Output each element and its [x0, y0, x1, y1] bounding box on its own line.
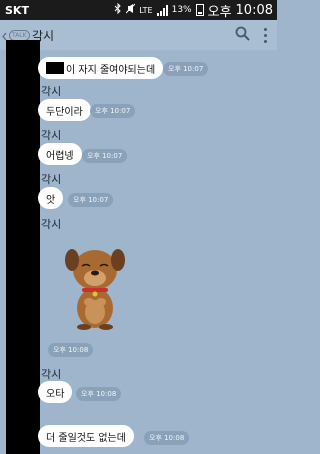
message-bubble: 어렵넹: [38, 143, 82, 165]
message-text: 더 줄일것도 없는데: [46, 432, 126, 444]
message-bubble: 오타: [38, 381, 73, 403]
sender-name: 각시: [41, 129, 62, 142]
dog-sticker[interactable]: [60, 240, 130, 334]
message-time: 오후 10:07: [90, 104, 136, 118]
sender-name: 각시: [41, 173, 62, 186]
silent-icon: [125, 3, 136, 17]
message-time: 오후 10:07: [68, 193, 114, 207]
message-time: 오후 10:08: [144, 431, 190, 445]
sender-name: 각시: [41, 218, 62, 231]
carrier-label: SKT: [5, 3, 29, 17]
message-bubble: 두단이라: [38, 99, 91, 121]
message-bubble: 이 자지 줄여야되는데: [38, 57, 164, 79]
redaction-bar: [6, 40, 40, 454]
message-bubble: 더 줄일것도 없는데: [38, 425, 134, 447]
message-time: 오후 10:08: [48, 343, 94, 357]
redacted-text: [46, 62, 64, 74]
message-text: 어렵넹: [46, 150, 74, 162]
chat-header: TALK 각시: [0, 20, 277, 50]
status-icons: LTE 13% 오후 10:08: [114, 1, 273, 20]
message-text: 두단이라: [46, 106, 83, 118]
search-icon[interactable]: [235, 26, 250, 45]
status-bar: SKT LTE 13% 오후 10:08: [0, 0, 277, 20]
dog-sticker-icon: [65, 249, 125, 330]
message-bubble: 앗: [38, 187, 64, 209]
sender-name: 각시: [41, 85, 62, 98]
message-text: 앗: [46, 194, 56, 206]
message-time: 오후 10:07: [82, 149, 128, 163]
message-text: 오타: [46, 388, 65, 400]
bluetooth-icon: [114, 2, 122, 17]
message-time: 오후 10:07: [163, 62, 209, 76]
menu-icon[interactable]: [264, 27, 267, 43]
clock-label: 10:08: [235, 2, 273, 18]
message-time: 오후 10:08: [76, 387, 122, 401]
sender-name: 각시: [41, 368, 62, 381]
signal-icon: [156, 4, 168, 16]
ampm-label: 오후: [207, 4, 232, 20]
network-label: LTE: [139, 5, 153, 15]
battery-icon: [195, 4, 204, 16]
talk-badge: TALK: [9, 29, 30, 41]
battery-percent: 13%: [171, 5, 192, 15]
message-text: 이 자지 줄여야되는데: [66, 64, 156, 76]
